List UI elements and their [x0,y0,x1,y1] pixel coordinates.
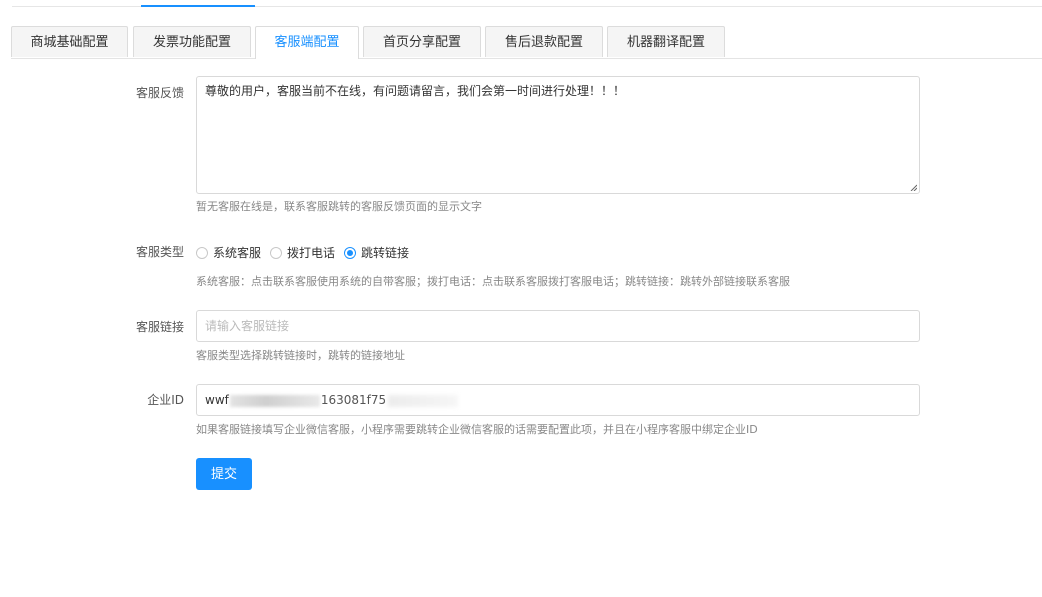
service-link-label: 客服链接 [135,320,184,334]
resize-grip-icon[interactable] [910,184,917,191]
corp-id-input[interactable]: wwf 163081f75 [196,384,920,416]
radio-jump-link[interactable]: 跳转链接 [344,244,409,261]
corp-id-value-suffix: 163081f75 [320,393,387,407]
corp-id-hint: 如果客服链接填写企业微信客服，小程序需要跳转企业微信客服的话需要配置此项，并且在… [196,423,758,436]
top-nav-indicator [0,0,1042,8]
service-link-input[interactable]: 请输入客服链接 [196,310,920,342]
config-tabs: 商城基础配置 发票功能配置 客服端配置 首页分享配置 售后退款配置 机器翻译配置 [11,26,1042,59]
corp-id-label: 企业ID [147,393,184,407]
feedback-textarea[interactable]: 尊敬的用户，客服当前不在线，有问题请留言，我们会第一时间进行处理！！！ [196,76,920,194]
service-type-label: 客服类型 [135,245,184,259]
feedback-hint: 暂无客服在线是，联系客服跳转的客服反馈页面的显示文字 [196,200,482,213]
feedback-textarea-value: 尊敬的用户，客服当前不在线，有问题请留言，我们会第一时间进行处理！！！ [205,84,626,98]
tab-customer-service[interactable]: 客服端配置 [255,26,359,59]
tab-mall-basic[interactable]: 商城基础配置 [11,26,128,57]
radio-unchecked-icon [270,246,282,259]
redacted-blur-tail [388,394,459,407]
radio-system-service[interactable]: 系统客服 [196,244,261,261]
feedback-label: 客服反馈 [135,86,184,100]
radio-checked-icon [344,246,356,259]
service-type-hint: 系统客服：点击联系客服使用系统的自带客服；拨打电话：点击联系客服拨打客服电话；跳… [196,275,790,288]
tab-machine-translation[interactable]: 机器翻译配置 [607,26,725,57]
tab-after-sales[interactable]: 售后退款配置 [485,26,603,57]
radio-system-service-label: 系统客服 [213,246,262,260]
corp-id-value-prefix: wwf [205,393,229,407]
service-link-hint: 客服类型选择跳转链接时，跳转的链接地址 [196,349,405,362]
redacted-blur [229,394,320,407]
top-nav-active-indicator [141,5,255,7]
tab-invoice[interactable]: 发票功能配置 [133,26,251,57]
radio-unchecked-icon [196,246,208,259]
radio-call-phone-label: 拨打电话 [287,246,336,260]
tab-home-share[interactable]: 首页分享配置 [363,26,481,57]
radio-call-phone[interactable]: 拨打电话 [270,244,335,261]
radio-jump-link-label: 跳转链接 [361,246,410,260]
submit-button[interactable]: 提交 [196,458,252,490]
